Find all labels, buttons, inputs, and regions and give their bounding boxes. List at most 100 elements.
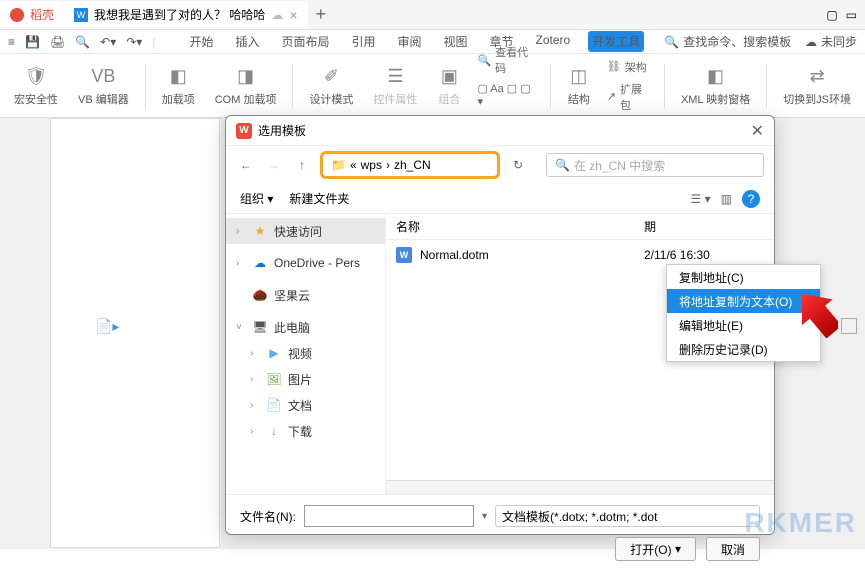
chevron-down-icon: ˅ (236, 322, 246, 333)
column-date[interactable]: 期 (644, 218, 764, 235)
download-icon: ↓ (266, 424, 282, 438)
preview-icon[interactable]: 🔍 (75, 35, 90, 49)
app-logo-icon (10, 8, 24, 22)
xml-map-button[interactable]: ◧XML 映射窗格 (673, 61, 758, 111)
search-input[interactable]: 🔍 在 zh_CN 中搜索 (546, 153, 764, 177)
design-mode-button[interactable]: ✐设计模式 (301, 61, 361, 111)
sidebar-item-onedrive[interactable]: › ☁ OneDrive - Pers (226, 250, 385, 276)
control-props-button: ☰控件属性 (365, 61, 425, 111)
path-sep: › (386, 158, 390, 172)
filter-text: 文档模板(*.dotx; *.dotm; *.dot (502, 508, 657, 525)
separator (766, 64, 767, 108)
sidebar-item-label: 文档 (288, 397, 312, 414)
dialog-title: 选用模板 (258, 122, 306, 139)
close-icon[interactable]: ✕ (751, 121, 764, 141)
template-dialog: W 选用模板 ✕ ← → ↑ 📁 « wps › zh_CN ↻ 🔍 在 zh_… (225, 115, 775, 535)
menu-review[interactable]: 审阅 (394, 31, 426, 52)
window-controls: ▢ ▭ (826, 8, 865, 22)
column-name[interactable]: 名称 (396, 218, 644, 235)
macro-security-button[interactable]: 🛡宏安全性 (6, 61, 66, 111)
back-icon[interactable]: ← (236, 158, 256, 172)
dropdown-icon[interactable]: ▾ (482, 511, 487, 522)
up-icon[interactable]: ↑ (292, 158, 312, 172)
structure-button[interactable]: ◫结构 (559, 61, 599, 111)
sidebar-item-pics[interactable]: › 🖼 图片 (226, 366, 385, 392)
dialog-toolbar: 组织 ▾ 新建文件夹 ☰ ▾ ▥ ? (226, 184, 774, 214)
dialog-titlebar: W 选用模板 ✕ (226, 116, 774, 146)
view-code-button[interactable]: 🔍查看代码 (473, 42, 541, 78)
ctx-delete-history[interactable]: 删除历史记录(D) (667, 337, 820, 361)
vb-editor-button[interactable]: VBVB 编辑器 (70, 61, 137, 111)
menu-start[interactable]: 开始 (185, 31, 217, 52)
chevron-right-icon: › (250, 400, 260, 411)
print-icon[interactable]: 🖨 (50, 35, 65, 49)
file-name: Normal.dotm (420, 248, 636, 262)
expand-button[interactable]: ↗扩展包 (603, 79, 656, 115)
search-placeholder: 在 zh_CN 中搜索 (574, 157, 665, 174)
sidebar-item-label: 坚果云 (274, 287, 310, 304)
file-type-filter[interactable]: 文档模板(*.dotx; *.dotm; *.dot (495, 505, 760, 527)
menu-view[interactable]: 视图 (440, 31, 472, 52)
minimize-icon[interactable]: ▭ (846, 8, 857, 22)
cancel-button[interactable]: 取消 (706, 537, 760, 561)
menu-layout[interactable]: 页面布局 (277, 31, 333, 52)
file-date: 2/11/6 16:30 (644, 248, 764, 262)
tab-document[interactable]: W 我想我是遇到了对的人？ 哈哈哈 ☁ × (64, 1, 308, 29)
sidebar-item-nut[interactable]: 🌰 坚果云 (226, 282, 385, 308)
annotation-arrow-icon (798, 288, 838, 338)
separator (550, 64, 551, 108)
preview-pane-button[interactable]: ▥ (721, 192, 732, 206)
path-seg-1[interactable]: wps (361, 158, 382, 172)
dialog-footer: 文件名(N): ▾ 文档模板(*.dotx; *.dotm; *.dot 打开(… (226, 494, 774, 570)
document-page[interactable] (50, 118, 220, 548)
file-list-header: 名称 期 (386, 214, 774, 240)
help-icon[interactable]: ? (742, 190, 760, 208)
sidebar-item-video[interactable]: › ▶ 视频 (226, 340, 385, 366)
sync-button[interactable]: ☁ 未同步 (805, 33, 857, 50)
menu-reference[interactable]: 引用 (347, 31, 379, 52)
new-folder-button[interactable]: 新建文件夹 (289, 190, 349, 207)
document-icon: 📄 (266, 398, 282, 412)
chevron-right-icon: › (236, 258, 246, 269)
sidebar-item-downloads[interactable]: › ↓ 下载 (226, 418, 385, 444)
main-menu: 开始 插入 页面布局 引用 审阅 视图 章节 Zotero 开发工具 (185, 31, 644, 52)
close-icon[interactable]: × (289, 7, 297, 23)
ruler-toggle[interactable] (841, 318, 857, 334)
navigation-sidebar: › ★ 快速访问 › ☁ OneDrive - Pers 🌰 坚果云 ˅ 🖥 此… (226, 214, 386, 494)
open-button[interactable]: 打开(O) ▾ (615, 537, 696, 561)
sidebar-item-label: OneDrive - Pers (274, 256, 360, 270)
tab-home[interactable]: 稻壳 (0, 1, 64, 29)
forward-icon[interactable]: → (264, 158, 284, 172)
arch-button[interactable]: ⛓架构 (603, 57, 656, 77)
save-icon[interactable]: 💾 (25, 35, 40, 49)
menu-insert[interactable]: 插入 (231, 31, 263, 52)
menu-devtools[interactable]: 开发工具 (588, 31, 644, 52)
page-break-icon: 📄▸ (95, 318, 119, 335)
sidebar-item-docs[interactable]: › 📄 文档 (226, 392, 385, 418)
addin-button[interactable]: ◧加载项 (154, 61, 203, 111)
filename-input[interactable] (304, 505, 474, 527)
path-seg-2[interactable]: zh_CN (394, 158, 431, 172)
search-icon: 🔍 (555, 158, 570, 172)
separator (664, 64, 665, 108)
refresh-icon[interactable]: ↻ (508, 158, 528, 172)
organize-button[interactable]: 组织 ▾ (240, 190, 273, 207)
com-addin-button[interactable]: ◨COM 加载项 (207, 61, 285, 111)
horizontal-scrollbar[interactable] (386, 480, 774, 494)
switch-js-button[interactable]: ⇄切换到JS环境 (775, 61, 859, 111)
add-tab-button[interactable]: + (308, 4, 335, 25)
address-bar[interactable]: 📁 « wps › zh_CN (320, 151, 500, 179)
menu-icon[interactable]: ≡ (8, 35, 15, 49)
dialog-body: › ★ 快速访问 › ☁ OneDrive - Pers 🌰 坚果云 ˅ 🖥 此… (226, 214, 774, 494)
undo-icon[interactable]: ↶▾ (100, 35, 116, 49)
redo-icon[interactable]: ↷▾ (126, 35, 142, 49)
controls-row[interactable]: ▢ Aa ▢ ▢ ▾ (473, 80, 541, 110)
pc-icon: 🖥 (252, 320, 268, 334)
layout-icon[interactable]: ▢ (826, 8, 837, 22)
sidebar-item-quick[interactable]: › ★ 快速访问 (226, 218, 385, 244)
sidebar-item-pc[interactable]: ˅ 🖥 此电脑 (226, 314, 385, 340)
command-search[interactable]: 🔍 查找命令、搜索模板 (664, 33, 791, 50)
chevron-right-icon: › (250, 374, 260, 385)
ctx-copy-address[interactable]: 复制地址(C) (667, 265, 820, 289)
view-mode-button[interactable]: ☰ ▾ (691, 192, 711, 206)
